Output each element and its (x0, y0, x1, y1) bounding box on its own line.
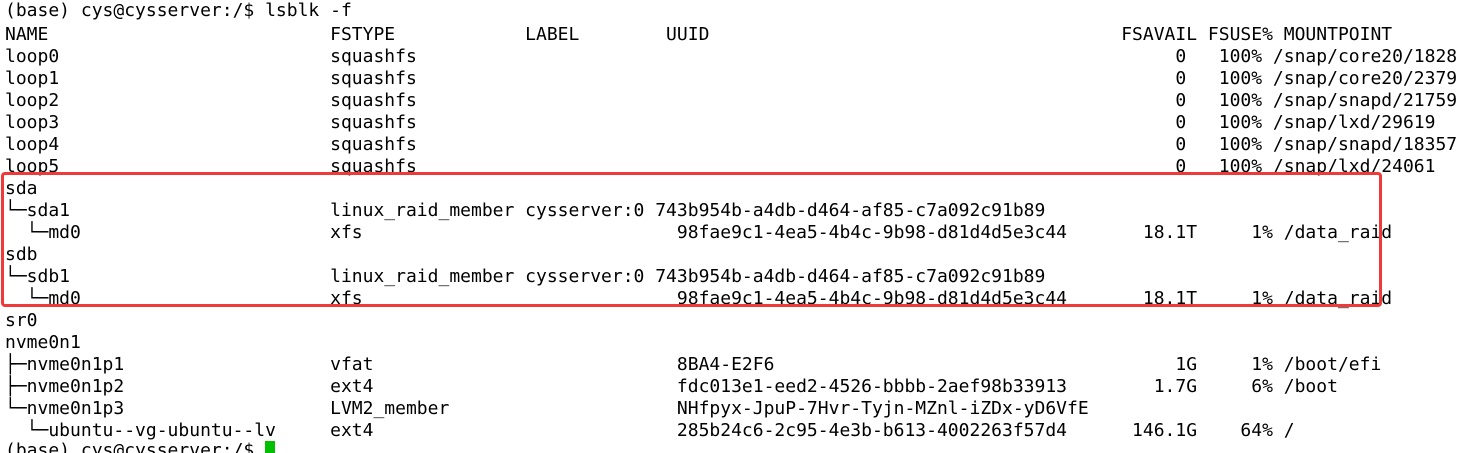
final-prompt-text: (base) cys@cysserver:/$ (5, 440, 266, 453)
command-prompt-line: (base) cys@cysserver:/$ lsblk -f (5, 0, 352, 21)
table-row: nvme0n1 (5, 332, 81, 353)
table-row: ├─nvme0n1p2 ext4 fdc013e1-eed2-4526-bbbb… (5, 376, 1338, 397)
table-row: loop1 squashfs 0 100% /snap/core20/2379 (5, 68, 1458, 89)
table-row: sdb (5, 244, 38, 265)
table-row: └─nvme0n1p3 LVM2_member NHfpyx-JpuP-7Hvr… (5, 398, 1089, 419)
final-prompt-line[interactable]: (base) cys@cysserver:/$ (5, 440, 276, 453)
table-row: loop3 squashfs 0 100% /snap/lxd/29619 (5, 112, 1436, 133)
table-row: └─md0 xfs 98fae9c1-4ea5-4b4c-9b98-d81d4d… (5, 288, 1393, 309)
table-row: loop0 squashfs 0 100% /snap/core20/1828 (5, 46, 1458, 67)
table-row: loop4 squashfs 0 100% /snap/snapd/18357 (5, 134, 1458, 155)
terminal-window[interactable]: (base) cys@cysserver:/$ lsblk -f NAME FS… (0, 0, 1477, 453)
table-row: └─ubuntu--vg-ubuntu--lv ext4 285b24c6-2c… (5, 420, 1295, 441)
text-cursor (265, 441, 276, 453)
table-row: └─md0 xfs 98fae9c1-4ea5-4b4c-9b98-d81d4d… (5, 222, 1393, 243)
table-row: ├─nvme0n1p1 vfat 8BA4-E2F6 1G 1% /boot/e… (5, 354, 1382, 375)
table-header: NAME FSTYPE LABEL UUID FSAVAIL FSUSE% MO… (5, 24, 1393, 45)
table-row: sr0 (5, 310, 38, 331)
table-row: loop5 squashfs 0 100% /snap/lxd/24061 (5, 156, 1436, 177)
table-row: └─sdb1 linux_raid_member cysserver:0 743… (5, 266, 1046, 287)
table-row: loop2 squashfs 0 100% /snap/snapd/21759 (5, 90, 1458, 111)
table-row: └─sda1 linux_raid_member cysserver:0 743… (5, 200, 1046, 221)
table-row: sda (5, 178, 38, 199)
